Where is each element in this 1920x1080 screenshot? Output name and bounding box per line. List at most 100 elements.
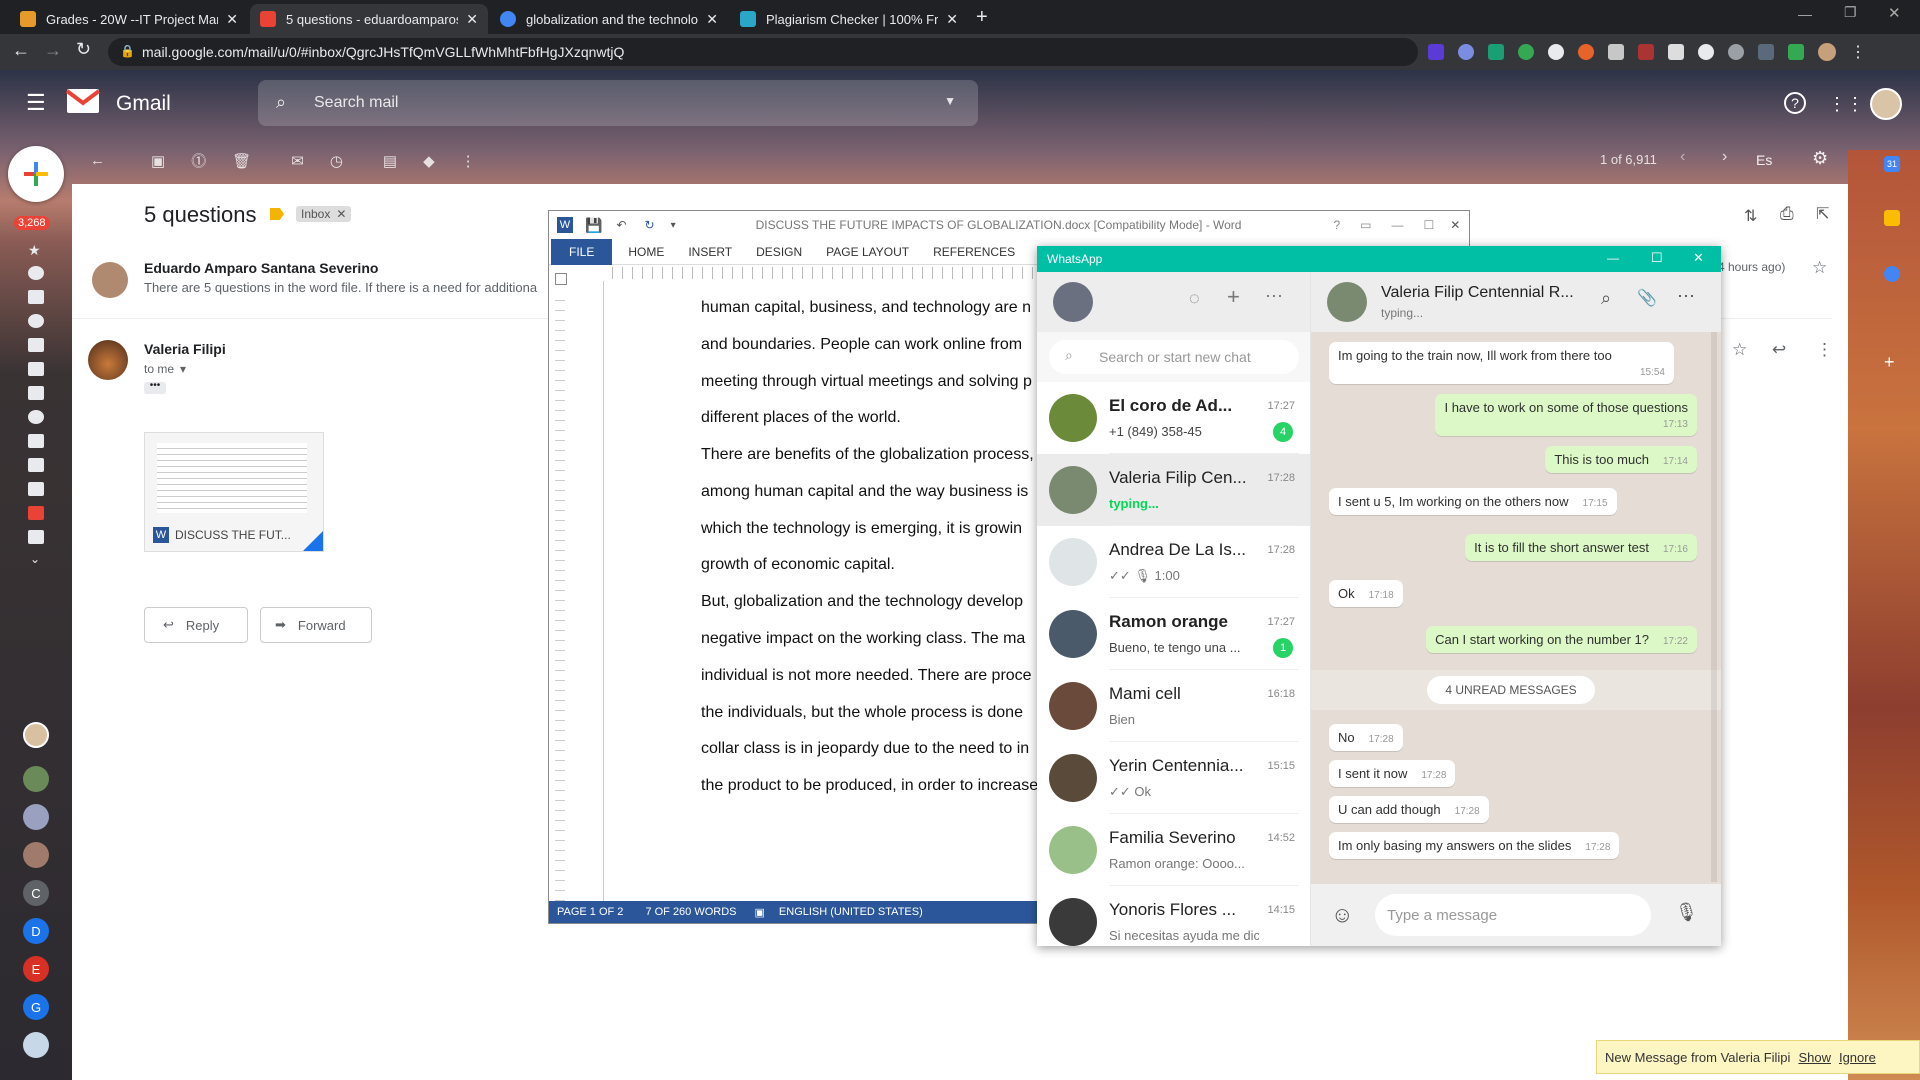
extension-icon[interactable] bbox=[1668, 44, 1684, 60]
restore-icon[interactable]: ❐ bbox=[1844, 4, 1857, 21]
drafts-icon[interactable] bbox=[28, 362, 44, 376]
proofing-icon[interactable]: ▣ bbox=[755, 906, 765, 919]
new-chat-icon[interactable]: + bbox=[1227, 284, 1240, 310]
starred-icon[interactable]: ★ bbox=[28, 242, 44, 258]
avatar[interactable] bbox=[23, 722, 49, 748]
customize-toolbar-icon[interactable]: ▾ bbox=[671, 220, 676, 231]
chat-row-selected[interactable]: Valeria Filip Cen... 17:28 typing... bbox=[1037, 454, 1310, 526]
reply-arrow-icon[interactable]: ↩ bbox=[1772, 340, 1786, 360]
scrollbar[interactable] bbox=[1711, 332, 1717, 882]
ribbon-tab-page-layout[interactable]: PAGE LAYOUT bbox=[814, 245, 921, 259]
extension-icon[interactable] bbox=[1518, 44, 1534, 60]
avatar[interactable]: C bbox=[23, 880, 49, 906]
trash-icon[interactable] bbox=[28, 434, 44, 448]
chat-row[interactable]: Yerin Centennia... 15:15 ✓✓ Ok bbox=[1037, 742, 1310, 814]
new-tab-plus-icon[interactable]: + bbox=[976, 6, 988, 29]
gmail-logo-icon[interactable] bbox=[66, 88, 100, 114]
undo-icon[interactable]: ↶ bbox=[616, 218, 626, 232]
label-icon[interactable] bbox=[28, 530, 44, 544]
avatar[interactable] bbox=[23, 1032, 49, 1058]
ribbon-tab-home[interactable]: HOME bbox=[616, 245, 676, 259]
chat-row[interactable]: Familia Severino 14:52 Ramon orange: Oooo.… bbox=[1037, 814, 1310, 886]
move-to-icon[interactable]: ▤ bbox=[383, 152, 397, 170]
vertical-ruler[interactable] bbox=[555, 291, 565, 901]
extension-icon[interactable] bbox=[1488, 44, 1504, 60]
chat-row[interactable]: El coro de Ad... 17:27 +1 (849) 358-45 4 bbox=[1037, 382, 1310, 454]
compose-button[interactable] bbox=[8, 146, 64, 202]
label-icon[interactable] bbox=[28, 482, 44, 496]
save-icon[interactable]: 💾 bbox=[585, 217, 602, 234]
conversation-header[interactable]: Valeria Filip Centennial R... typing... … bbox=[1311, 272, 1721, 332]
more-vert-icon[interactable]: ⋮ bbox=[1850, 42, 1866, 62]
tab-selector[interactable] bbox=[555, 273, 567, 285]
avatar[interactable] bbox=[23, 842, 49, 868]
contact-avatar[interactable] bbox=[1327, 282, 1367, 322]
chat-row[interactable]: Andrea De La Is... 17:28 ✓✓ 🎙 1:00 bbox=[1037, 526, 1310, 598]
back-icon[interactable]: ← bbox=[12, 40, 30, 61]
important-marker-icon[interactable] bbox=[270, 208, 284, 220]
important-icon[interactable] bbox=[28, 290, 44, 304]
chat-search-input[interactable]: ⌕ Search or start new chat bbox=[1049, 340, 1299, 374]
address-bar[interactable]: 🔒 mail.google.com/mail/u/0/#inbox/QgrcJH… bbox=[108, 38, 1418, 66]
spam-icon[interactable] bbox=[28, 410, 44, 424]
attach-clip-icon[interactable]: 📎 bbox=[1637, 288, 1657, 308]
details-dropdown-icon[interactable]: ▾ bbox=[180, 362, 186, 376]
ribbon-tab-insert[interactable]: INSERT bbox=[676, 245, 744, 259]
apps-grid-icon[interactable]: ⋮⋮ bbox=[1828, 94, 1864, 115]
profile-avatar[interactable] bbox=[1818, 43, 1836, 61]
notification-show-link[interactable]: Show bbox=[1798, 1050, 1831, 1065]
keep-addon-icon[interactable] bbox=[1884, 210, 1900, 226]
print-icon[interactable]: ⎙ bbox=[1780, 204, 1794, 224]
chat-row[interactable]: Yonoris Flores ... 14:15 Si necesitas ayud… bbox=[1037, 886, 1310, 946]
reply-button[interactable]: ↩ Reply bbox=[144, 607, 248, 643]
open-new-window-icon[interactable]: ⇱ bbox=[1816, 204, 1829, 224]
ribbon-tab-file[interactable]: FILE bbox=[551, 238, 613, 265]
extension-icon[interactable] bbox=[1698, 44, 1714, 60]
word-count[interactable]: 7 OF 260 WORDS bbox=[645, 906, 736, 918]
microphone-icon[interactable]: 🎙 bbox=[1675, 902, 1698, 923]
recipients[interactable]: to me ▾ bbox=[144, 362, 186, 376]
browser-tab-grades[interactable]: Grades - 20W --IT Project Manag ✕ bbox=[10, 4, 248, 34]
ribbon-tab-design[interactable]: DESIGN bbox=[744, 245, 814, 259]
extension-icon[interactable] bbox=[1608, 44, 1624, 60]
close-icon[interactable]: ✕ bbox=[226, 11, 238, 28]
snoozed-icon[interactable] bbox=[28, 266, 44, 280]
browser-tab-google[interactable]: globalization and the technology ✕ bbox=[490, 4, 728, 34]
close-window-icon[interactable]: ✕ bbox=[1888, 4, 1901, 22]
message-input[interactable]: Type a message bbox=[1375, 894, 1651, 936]
chat-row[interactable]: Ramon orange 17:27 Bueno, te tengo una ...… bbox=[1037, 598, 1310, 670]
older-icon[interactable]: › bbox=[1722, 148, 1727, 166]
label-icon[interactable] bbox=[28, 458, 44, 472]
status-icon[interactable]: ◌ bbox=[1189, 288, 1200, 309]
archive-icon[interactable]: ▣ bbox=[151, 152, 165, 170]
page-count[interactable]: PAGE 1 OF 2 bbox=[557, 906, 623, 918]
chat-row[interactable]: Mami cell 16:18 Bien bbox=[1037, 670, 1310, 742]
forward-button[interactable]: ➡ Forward bbox=[260, 607, 372, 643]
close-icon[interactable]: ✕ bbox=[466, 11, 478, 28]
get-addons-plus-icon[interactable]: + bbox=[1884, 352, 1895, 373]
avatar[interactable]: D bbox=[23, 918, 49, 944]
close-icon[interactable]: ✕ bbox=[946, 11, 958, 28]
report-spam-icon[interactable]: ⓵ bbox=[191, 150, 206, 171]
more-vert-icon[interactable]: ⋮ bbox=[461, 152, 476, 170]
menu-dots-icon[interactable]: ⋯ bbox=[1265, 286, 1283, 307]
help-icon[interactable]: ? bbox=[1784, 92, 1806, 114]
extension-icon[interactable] bbox=[1578, 44, 1594, 60]
back-to-inbox-icon[interactable]: ← bbox=[90, 152, 105, 169]
maximize-icon[interactable]: ☐ bbox=[1651, 250, 1663, 266]
extension-icon[interactable] bbox=[1758, 44, 1774, 60]
input-tools-button[interactable]: Es bbox=[1756, 152, 1772, 168]
avatar[interactable]: G bbox=[23, 994, 49, 1020]
minimize-icon[interactable]: — bbox=[1607, 251, 1619, 265]
redo-icon[interactable]: ↻ bbox=[645, 218, 655, 232]
extension-icon[interactable] bbox=[1428, 44, 1444, 60]
show-trimmed-content-button[interactable]: ••• bbox=[144, 381, 166, 394]
extension-icon[interactable] bbox=[1638, 44, 1654, 60]
forward-icon[interactable]: → bbox=[44, 40, 62, 61]
expand-all-icon[interactable]: ⇅ bbox=[1744, 206, 1757, 226]
main-menu-icon[interactable]: ☰ bbox=[26, 90, 46, 116]
mark-unread-icon[interactable]: ✉ bbox=[291, 152, 304, 170]
ribbon-tab-references[interactable]: REFERENCES bbox=[921, 245, 1027, 259]
label-icon[interactable] bbox=[28, 506, 44, 520]
extension-icon[interactable] bbox=[1788, 44, 1804, 60]
